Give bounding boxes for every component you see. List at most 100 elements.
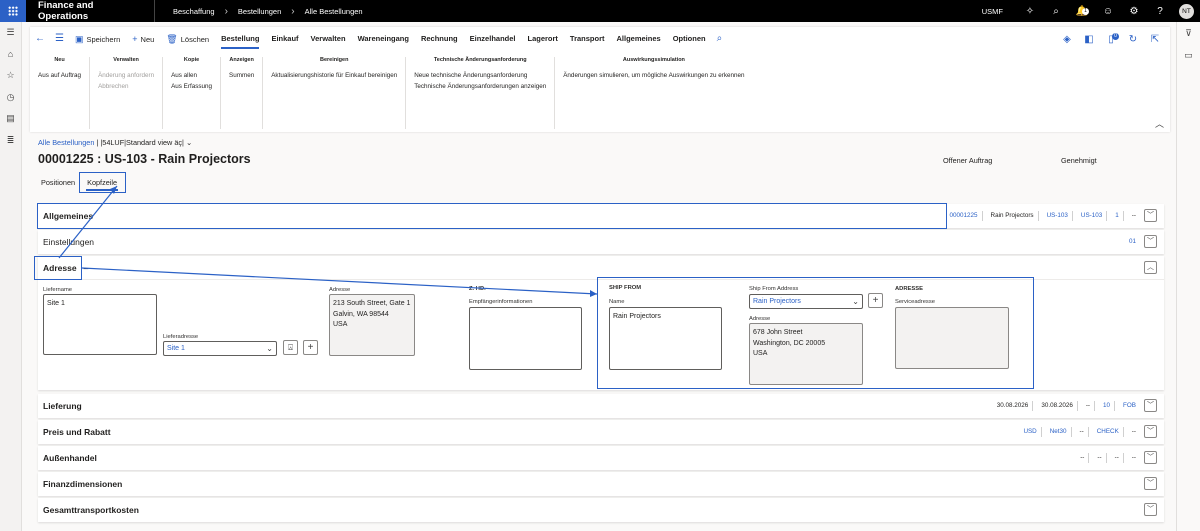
liefername-field[interactable]: Site 1: [43, 294, 157, 355]
breadcrumb-item[interactable]: Beschaffung: [173, 7, 215, 16]
chevron-down-icon[interactable]: ﹀: [1144, 477, 1157, 490]
empfaenger-field[interactable]: [469, 307, 582, 370]
new-label: Neu: [140, 35, 155, 44]
tab-einkauf[interactable]: Einkauf: [265, 27, 304, 51]
summary-field[interactable]: CHECK: [1093, 427, 1124, 437]
clock-icon[interactable]: ◷: [0, 87, 21, 109]
open-new-window-icon[interactable]: ⇱: [1144, 34, 1166, 45]
search-icon[interactable]: ⌕: [712, 27, 728, 51]
action-item[interactable]: Aus allen: [171, 70, 212, 81]
page-header: Alle Bestellungen | |54LUF|Standard view…: [38, 138, 1168, 166]
add-address-button[interactable]: +: [303, 340, 318, 355]
action-item[interactable]: Aus auf Auftrag: [38, 70, 81, 81]
summary-field[interactable]: US-103: [1043, 211, 1073, 221]
home-icon[interactable]: ⌂: [0, 44, 21, 66]
tab-allgemeines[interactable]: Allgemeines: [611, 27, 667, 51]
search-icon[interactable]: ⌕: [1043, 6, 1069, 17]
chevron-down-icon[interactable]: ﹀: [1144, 209, 1157, 222]
company-picker[interactable]: USMF: [982, 7, 1003, 16]
avatar[interactable]: NT: [1179, 3, 1194, 19]
chevron-down-icon[interactable]: ﹀: [1144, 399, 1157, 412]
action-item[interactable]: Technische Änderungsanforderungen anzeig…: [414, 81, 546, 92]
power-apps-icon[interactable]: ◈: [1056, 34, 1078, 45]
fasttab-title: Lieferung: [43, 401, 82, 411]
tab-bestellung[interactable]: Bestellung: [215, 27, 265, 51]
breadcrumb-link[interactable]: Alle Bestellungen: [38, 138, 94, 147]
fasttab-lieferung[interactable]: Lieferung 30.08.2026 30.08.2026 -- 10 FO…: [38, 394, 1164, 418]
summary-field[interactable]: 1: [1111, 211, 1124, 221]
summary-field[interactable]: US-103: [1077, 211, 1108, 221]
back-icon[interactable]: ←: [30, 27, 50, 51]
action-item[interactable]: Neue technische Änderungsanforderung: [414, 70, 546, 81]
filter-icon[interactable]: ⊽: [1177, 22, 1200, 44]
lieferadresse-select[interactable]: Site 1 ⌄: [163, 341, 277, 356]
office-icon[interactable]: ◧: [1078, 34, 1100, 45]
chevron-up-icon[interactable]: ︿: [1144, 260, 1157, 274]
fasttab-title: Finanzdimensionen: [43, 479, 123, 489]
summary-field[interactable]: Net30: [1046, 427, 1072, 437]
action-item[interactable]: Aus Erfassung: [171, 81, 212, 92]
chevron-down-icon[interactable]: ﹀: [1144, 451, 1157, 464]
tab-optionen[interactable]: Optionen: [667, 27, 712, 51]
tab-verwalten[interactable]: Verwalten: [305, 27, 352, 51]
tab-einzelhandel[interactable]: Einzelhandel: [464, 27, 522, 51]
action-item[interactable]: Summen: [229, 70, 254, 81]
view-selector[interactable]: |54LUF|Standard view äç|: [100, 138, 184, 147]
address-book-button[interactable]: ⍓: [283, 340, 298, 355]
fasttab-allgemeines[interactable]: Allgemeines 00001225 Rain Projectors US-…: [37, 203, 1164, 229]
app-title[interactable]: Finance and Operations: [26, 0, 154, 22]
fasttab-gesamttransportkosten[interactable]: Gesamttransportkosten ﹀: [38, 498, 1164, 522]
summary-field: --: [1076, 427, 1089, 437]
modules-icon[interactable]: ≣: [0, 130, 21, 152]
address-line: USA: [333, 321, 348, 328]
list-view-icon[interactable]: ☰: [50, 27, 69, 51]
summary-field[interactable]: 10: [1099, 401, 1116, 411]
tab-rechnung[interactable]: Rechnung: [415, 27, 464, 51]
summary-field[interactable]: 01: [1125, 237, 1140, 247]
hamburger-icon[interactable]: ☰: [0, 22, 21, 44]
action-item: Abbrechen: [98, 83, 129, 90]
notifications-icon[interactable]: 🔔1: [1069, 6, 1095, 17]
summary-field: --: [1093, 453, 1107, 463]
fasttab-einstellungen[interactable]: Einstellungen 01 ﹀: [38, 230, 1164, 254]
delete-button[interactable]: 🗑 Löschen: [160, 27, 215, 51]
attachment-icon[interactable]: ▯ 0: [1100, 32, 1122, 45]
fasttab-finanzdimensionen[interactable]: Finanzdimensionen ﹀: [38, 472, 1164, 496]
app-launcher-button[interactable]: [0, 0, 26, 22]
save-button[interactable]: ▣ Speichern: [69, 27, 126, 51]
action-group-header: Technische Änderungsanforderung: [433, 57, 527, 63]
empfaenger-label: Empfängerinformationen: [469, 299, 533, 305]
action-item[interactable]: Änderungen simulieren, um mögliche Auswi…: [563, 70, 744, 81]
chevron-down-icon[interactable]: ﹀: [1144, 235, 1157, 248]
breadcrumb-item[interactable]: Alle Bestellungen: [305, 7, 363, 16]
feedback-icon[interactable]: ☺: [1095, 6, 1121, 17]
new-button[interactable]: + Neu: [126, 27, 160, 51]
summary-field[interactable]: 00001225: [945, 211, 983, 221]
gear-icon[interactable]: ⚙: [1121, 6, 1147, 17]
copilot-icon[interactable]: ✧: [1017, 6, 1043, 17]
chevron-down-icon[interactable]: ﹀: [1144, 425, 1157, 438]
action-group-header: Neu: [54, 57, 65, 63]
tab-wareneingang[interactable]: Wareneingang: [352, 27, 415, 51]
tab-transport[interactable]: Transport: [564, 27, 611, 51]
fasttab-aussenhandel[interactable]: Außenhandel -- -- -- -- ﹀: [38, 446, 1164, 470]
tab-positionen[interactable]: Positionen: [38, 178, 78, 187]
plus-icon: +: [132, 34, 138, 44]
fasttab-preis-und-rabatt[interactable]: Preis und Rabatt USD Net30 -- CHECK -- ﹀: [38, 420, 1164, 444]
tab-lagerort[interactable]: Lagerort: [521, 27, 563, 51]
related-info-icon[interactable]: ▭: [1177, 44, 1200, 66]
summary-field: --: [1111, 453, 1124, 463]
help-icon[interactable]: ?: [1147, 6, 1173, 17]
workspaces-icon[interactable]: ▤: [0, 108, 21, 130]
breadcrumb-item[interactable]: Bestellungen: [238, 7, 281, 16]
action-pane-tabs: ← ☰ ▣ Speichern + Neu 🗑 Löschen Bestellung …: [30, 27, 1170, 51]
star-icon[interactable]: ☆: [0, 65, 21, 87]
summary-field[interactable]: FOB: [1119, 401, 1140, 411]
chevron-down-icon[interactable]: ﹀: [1144, 503, 1157, 516]
action-group-header: Verwalten: [113, 57, 139, 63]
summary-field[interactable]: USD: [1019, 427, 1042, 437]
refresh-icon[interactable]: ↻: [1122, 34, 1144, 45]
chevron-up-icon[interactable]: ︿: [1155, 117, 1164, 130]
action-item[interactable]: Aktualisierungshistorie für Einkauf bere…: [271, 70, 397, 81]
chevron-down-icon[interactable]: ⌄: [186, 138, 192, 147]
